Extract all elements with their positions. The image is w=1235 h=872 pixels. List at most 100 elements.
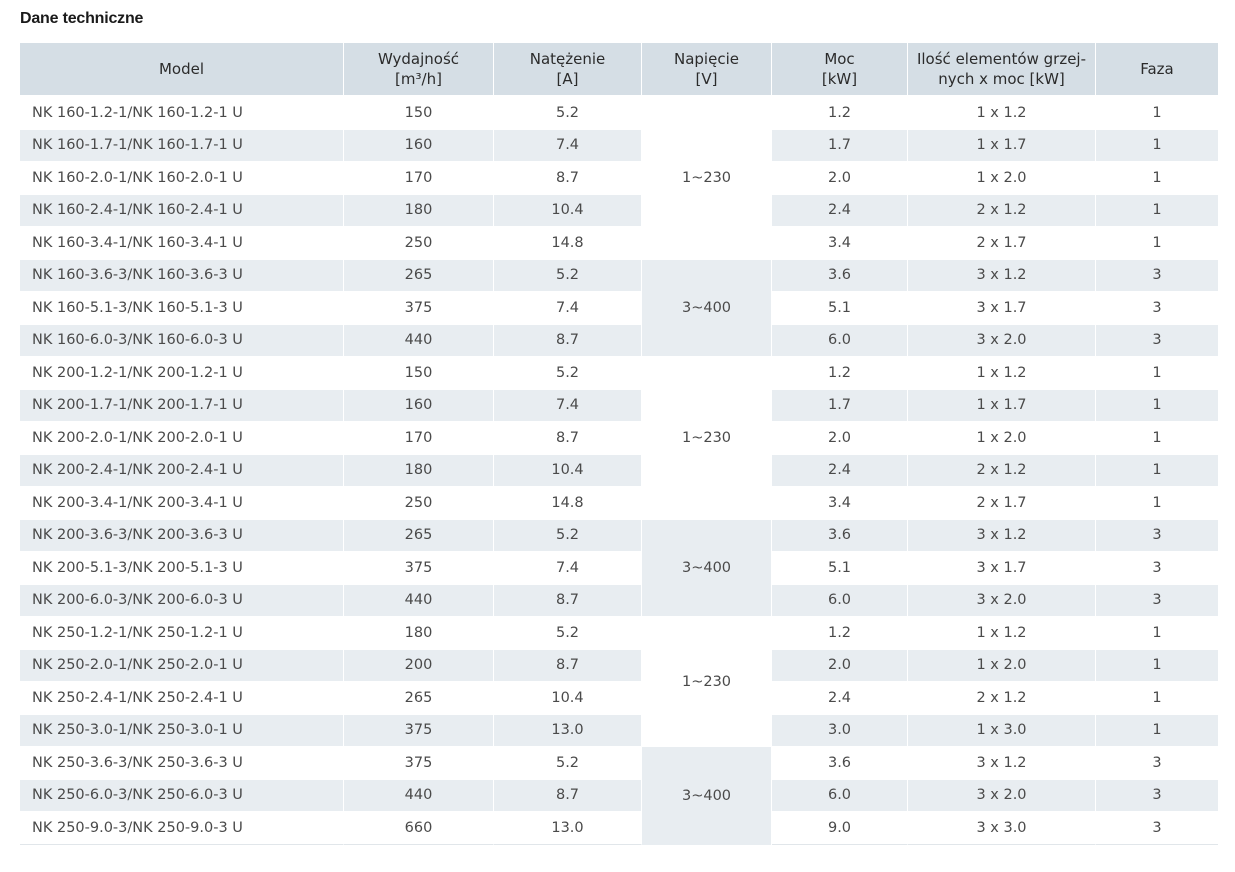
cell-elements: 2 x 1.7 bbox=[908, 226, 1096, 259]
cell-power: 2.0 bbox=[772, 421, 908, 454]
cell-model: NK 250-3.6-3/NK 250-3.6-3 U bbox=[20, 746, 344, 779]
cell-phase: 1 bbox=[1096, 616, 1218, 649]
header-phase: Faza bbox=[1096, 43, 1218, 95]
cell-phase: 1 bbox=[1096, 356, 1218, 389]
cell-elements: 1 x 1.2 bbox=[908, 95, 1096, 129]
cell-phase: 3 bbox=[1096, 778, 1218, 811]
cell-flow: 180 bbox=[344, 453, 494, 486]
cell-power: 3.6 bbox=[772, 258, 908, 291]
cell-phase: 3 bbox=[1096, 746, 1218, 779]
table-row: NK 200-1.2-1/NK 200-1.2-1 U 150 5.2 1~230 1.… bbox=[20, 356, 1218, 519]
cell-current: 13.0 bbox=[494, 811, 642, 845]
cell-phase: 1 bbox=[1096, 421, 1218, 454]
cell-model: NK 250-6.0-3/NK 250-6.0-3 U bbox=[20, 778, 344, 811]
table-row: NK 250-3.0-1/NK 250-3.0-1 U 375 13.0 3.0 1 x… bbox=[20, 713, 1218, 746]
cell-phase: 1 bbox=[1096, 388, 1218, 421]
table-row: NK 250-3.6-3/NK 250-3.6-3 U 375 5.2 3~400 3.… bbox=[20, 746, 1218, 845]
cell-model: NK 160-5.1-3/NK 160-5.1-3 U bbox=[20, 291, 344, 324]
cell-voltage: 3~400 bbox=[642, 518, 772, 616]
cell-flow: 440 bbox=[344, 323, 494, 356]
cell-phase: 1 bbox=[1096, 681, 1218, 714]
cell-power: 1.2 bbox=[772, 356, 908, 389]
cell-model: NK 160-3.4-1/NK 160-3.4-1 U bbox=[20, 226, 344, 259]
technical-data-table: Model Wydajność [m³/h] Natężenie [A] Nap… bbox=[20, 43, 1218, 845]
table-row: NK 250-2.4-1/NK 250-2.4-1 U 265 10.4 2.4 2 x… bbox=[20, 681, 1218, 714]
cell-current: 8.7 bbox=[494, 161, 642, 194]
cell-current: 10.4 bbox=[494, 681, 642, 714]
header-model: Model bbox=[20, 43, 344, 95]
cell-voltage: 1~230 bbox=[642, 356, 772, 519]
cell-model: NK 160-2.0-1/NK 160-2.0-1 U bbox=[20, 161, 344, 194]
cell-elements: 3 x 1.7 bbox=[908, 551, 1096, 584]
header-model-line1: Model bbox=[158, 60, 205, 78]
cell-elements: 1 x 1.7 bbox=[908, 388, 1096, 421]
cell-elements: 3 x 2.0 bbox=[908, 323, 1096, 356]
cell-flow: 440 bbox=[344, 583, 494, 616]
table-row: NK 200-3.6-3/NK 200-3.6-3 U 265 5.2 3~400 3.… bbox=[20, 518, 1218, 616]
header-row: Model Wydajność [m³/h] Natężenie [A] Nap… bbox=[20, 43, 1218, 95]
cell-power: 5.1 bbox=[772, 551, 908, 584]
cell-flow: 440 bbox=[344, 778, 494, 811]
cell-power: 5.1 bbox=[772, 291, 908, 324]
cell-flow: 250 bbox=[344, 226, 494, 259]
cell-phase: 3 bbox=[1096, 323, 1218, 356]
cell-elements: 2 x 1.2 bbox=[908, 681, 1096, 714]
cell-elements: 3 x 3.0 bbox=[908, 811, 1096, 845]
header-voltage: Napięcie [V] bbox=[642, 43, 772, 95]
page-title: Dane techniczne bbox=[20, 10, 144, 27]
cell-flow: 375 bbox=[344, 713, 494, 746]
table-row: NK 160-2.4-1/NK 160-2.4-1 U 180 10.4 2.4 2 x… bbox=[20, 193, 1218, 226]
table-row: NK 160-3.6-3/NK 160-3.6-3 U 265 5.2 3~400 3.… bbox=[20, 258, 1218, 356]
cell-phase: 3 bbox=[1096, 291, 1218, 324]
cell-voltage: 3~400 bbox=[642, 258, 772, 356]
cell-flow: 265 bbox=[344, 681, 494, 714]
cell-model: NK 250-9.0-3/NK 250-9.0-3 U bbox=[20, 811, 344, 845]
cell-model: NK 200-5.1-3/NK 200-5.1-3 U bbox=[20, 551, 344, 584]
table-row: NK 160-1.2-1/NK 160-1.2-1 U 150 5.2 1~230 1.… bbox=[20, 95, 1218, 259]
table-row: NK 160-3.4-1/NK 160-3.4-1 U 250 14.8 3.4 2 x… bbox=[20, 226, 1218, 259]
cell-phase: 1 bbox=[1096, 453, 1218, 486]
cell-model: NK 200-2.4-1/NK 200-2.4-1 U bbox=[20, 453, 344, 486]
table-row: NK 160-5.1-3/NK 160-5.1-3 U 375 7.4 5.1 3 x … bbox=[20, 291, 1218, 324]
table-row: NK 250-2.0-1/NK 250-2.0-1 U 200 8.7 2.0 1 x … bbox=[20, 648, 1218, 681]
cell-phase: 1 bbox=[1096, 226, 1218, 259]
cell-model: NK 160-1.2-1/NK 160-1.2-1 U bbox=[20, 95, 344, 129]
cell-power: 3.4 bbox=[772, 486, 908, 519]
header-current-line1: Natężenie bbox=[529, 50, 606, 68]
cell-power: 3.6 bbox=[772, 746, 908, 779]
cell-current: 14.8 bbox=[494, 226, 642, 259]
cell-phase: 3 bbox=[1096, 518, 1218, 551]
cell-elements: 3 x 1.7 bbox=[908, 291, 1096, 324]
cell-power: 6.0 bbox=[772, 583, 908, 616]
cell-current: 5.2 bbox=[494, 746, 642, 779]
cell-phase: 3 bbox=[1096, 811, 1218, 845]
cell-voltage: 3~400 bbox=[642, 746, 772, 845]
cell-elements: 3 x 2.0 bbox=[908, 583, 1096, 616]
cell-current: 8.7 bbox=[494, 648, 642, 681]
table-row: NK 200-2.4-1/NK 200-2.4-1 U 180 10.4 2.4 2 x… bbox=[20, 453, 1218, 486]
cell-phase: 1 bbox=[1096, 648, 1218, 681]
header-voltage-line2: [V] bbox=[695, 70, 718, 88]
cell-current: 10.4 bbox=[494, 193, 642, 226]
cell-current: 5.2 bbox=[494, 616, 642, 649]
cell-model: NK 250-3.0-1/NK 250-3.0-1 U bbox=[20, 713, 344, 746]
header-elements: Ilość elementów grzej- nych x moc [kW] bbox=[908, 43, 1096, 95]
cell-current: 10.4 bbox=[494, 453, 642, 486]
cell-power: 6.0 bbox=[772, 778, 908, 811]
cell-power: 1.2 bbox=[772, 616, 908, 649]
cell-current: 8.7 bbox=[494, 583, 642, 616]
cell-model: NK 250-2.0-1/NK 250-2.0-1 U bbox=[20, 648, 344, 681]
cell-flow: 265 bbox=[344, 258, 494, 291]
cell-phase: 3 bbox=[1096, 551, 1218, 584]
cell-power: 3.0 bbox=[772, 713, 908, 746]
cell-elements: 1 x 2.0 bbox=[908, 161, 1096, 194]
cell-flow: 150 bbox=[344, 95, 494, 129]
header-power-line1: Moc bbox=[824, 50, 855, 68]
cell-current: 7.4 bbox=[494, 388, 642, 421]
cell-current: 8.7 bbox=[494, 778, 642, 811]
cell-current: 7.4 bbox=[494, 128, 642, 161]
cell-model: NK 250-2.4-1/NK 250-2.4-1 U bbox=[20, 681, 344, 714]
cell-phase: 1 bbox=[1096, 161, 1218, 194]
cell-power: 2.4 bbox=[772, 681, 908, 714]
cell-elements: 1 x 1.7 bbox=[908, 128, 1096, 161]
